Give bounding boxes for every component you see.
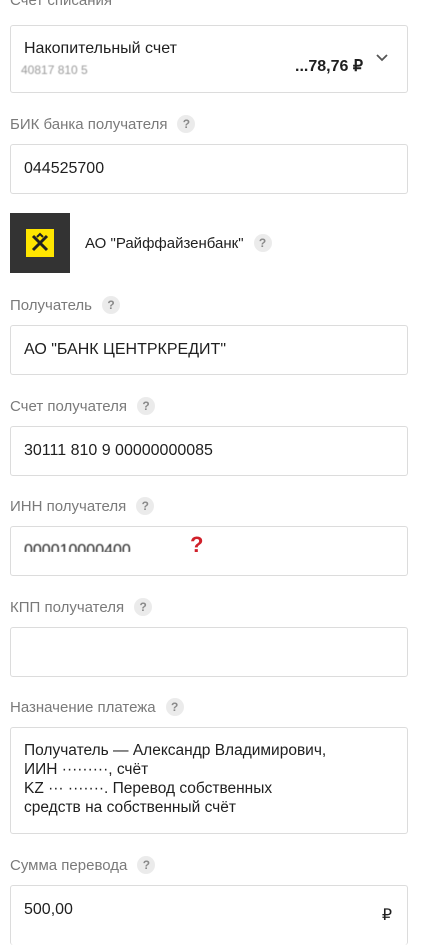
kpp-label: КПП получателя ? [10, 598, 153, 616]
help-icon[interactable]: ? [136, 497, 155, 515]
recipient-value: АО "БАНК ЦЕНТРКРЕДИТ" [24, 341, 226, 358]
warning-question-icon: ? [190, 532, 204, 557]
help-icon[interactable]: ? [134, 598, 153, 616]
kpp-input[interactable] [10, 627, 408, 677]
amount-label-text: Сумма перевода [10, 856, 128, 874]
bank-name-text: АО "Райффайзенбанк" [85, 234, 244, 252]
bik-label-text: БИК банка получателя [10, 115, 168, 133]
kpp-label-text: КПП получателя [10, 598, 125, 616]
help-icon[interactable]: ? [253, 234, 272, 252]
chevron-down-icon[interactable] [375, 50, 389, 68]
amount-input[interactable]: 500,00 ₽ [10, 885, 408, 945]
help-icon[interactable]: ? [137, 397, 155, 415]
inn-value: 000010000400 [24, 542, 131, 559]
inn-label: ИНН получателя ? [10, 497, 155, 515]
bik-value: 044525700 [24, 160, 105, 177]
raiffeisen-logo [10, 213, 70, 273]
purpose-label-text: Назначение платежа [10, 698, 156, 716]
account-value: 30111 810 9 00000000085 [24, 442, 213, 459]
bik-input[interactable]: 044525700 [10, 144, 408, 194]
ruble-icon: ₽ [381, 907, 392, 924]
debit-account-balance: ...78,76 ₽ [295, 58, 363, 75]
bik-label: БИК банка получателя ? [10, 115, 196, 133]
debit-account-name: Накопительный счет [24, 40, 177, 57]
recipient-input[interactable]: АО "БАНК ЦЕНТРКРЕДИТ" [10, 325, 408, 375]
debit-account-select[interactable]: Накопительный счет 40817 810 5 ...78,76 … [10, 25, 408, 93]
debit-account-number: 40817 810 5 [21, 63, 88, 77]
debit-account-label: Счет списания [10, 0, 112, 9]
purpose-value: Получатель — Александр Владимирович, ИИН… [24, 742, 327, 816]
help-icon[interactable]: ? [102, 296, 120, 314]
debit-account-label-text: Счет списания [10, 0, 112, 9]
bank-name: АО "Райффайзенбанк" ? [85, 234, 272, 252]
amount-value: 500,00 [24, 901, 73, 918]
recipient-label-text: Получатель [10, 296, 92, 314]
purpose-textarea[interactable]: Получатель — Александр Владимирович, ИИН… [10, 727, 408, 834]
purpose-label: Назначение платежа ? [10, 698, 184, 716]
amount-label: Сумма перевода ? [10, 856, 156, 874]
account-input[interactable]: 30111 810 9 00000000085 [10, 426, 408, 476]
help-icon[interactable]: ? [177, 115, 196, 133]
help-icon[interactable]: ? [165, 698, 184, 716]
inn-label-text: ИНН получателя [10, 497, 127, 515]
account-label-text: Счет получателя [10, 397, 127, 415]
help-icon[interactable]: ? [137, 856, 156, 874]
recipient-label: Получатель ? [10, 296, 120, 314]
account-label: Счет получателя ? [10, 397, 155, 415]
inn-input[interactable]: 000010000400 [10, 526, 408, 576]
